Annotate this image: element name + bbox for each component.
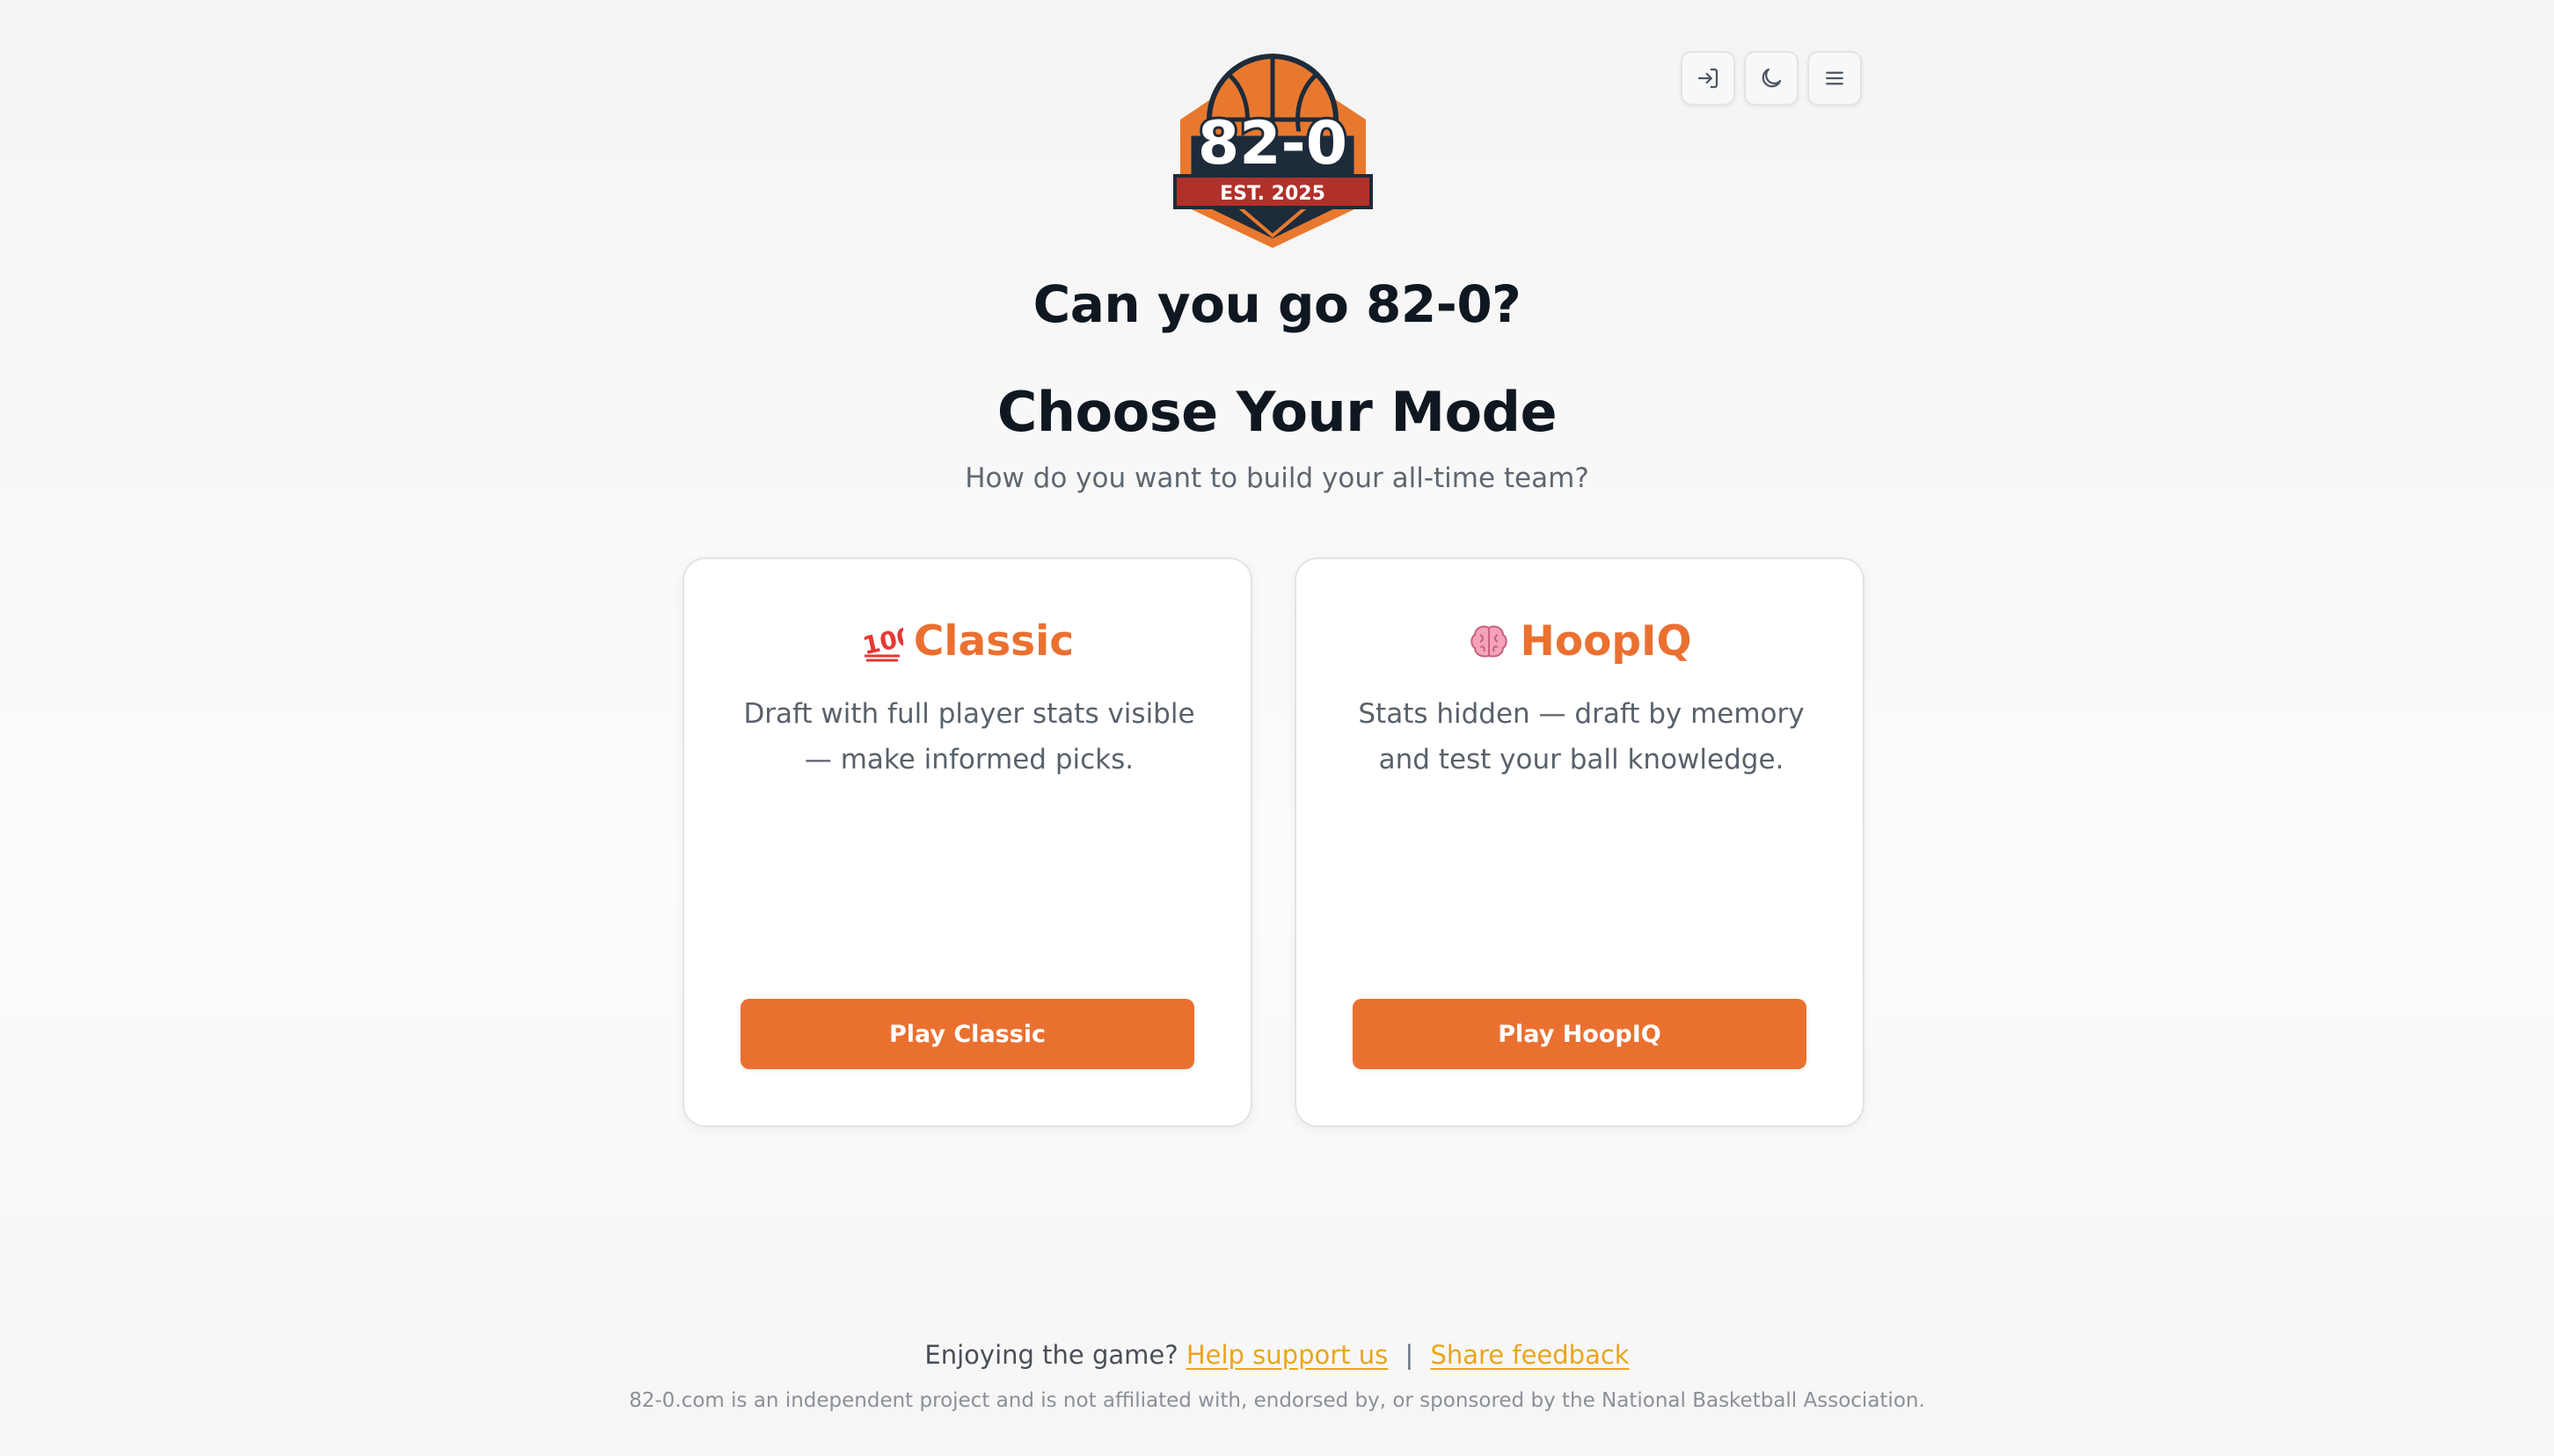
play-classic-button[interactable]: Play Classic <box>741 999 1194 1069</box>
tagline: Can you go 82-0? <box>1033 274 1521 334</box>
mode-card-description: Draft with full player stats visible — m… <box>743 698 1195 775</box>
play-hoopiq-button[interactable]: Play HoopIQ <box>1353 999 1806 1069</box>
header-actions <box>1681 51 1862 106</box>
mode-card-title: HoopIQ <box>1296 617 1863 666</box>
help-support-link[interactable]: Help support us <box>1186 1340 1388 1370</box>
page-title: Choose Your Mode <box>996 380 1558 444</box>
mode-card-title: 100 Classic <box>684 617 1251 666</box>
moon-icon <box>1762 68 1782 88</box>
menu-button[interactable] <box>1807 51 1862 106</box>
theme-toggle-button[interactable] <box>1744 51 1799 106</box>
share-feedback-link[interactable]: Share feedback <box>1430 1340 1629 1370</box>
footer-disclaimer: 82-0.com is an independent project and i… <box>629 1389 1925 1412</box>
brain-icon <box>1468 621 1510 663</box>
menu-icon <box>1826 71 1843 85</box>
footer-prompt: Enjoying the game? <box>924 1340 1178 1370</box>
login-icon <box>1697 68 1718 89</box>
mode-card-title-text: HoopIQ <box>1520 617 1692 666</box>
mode-card-description: Stats hidden — draft by memory and test … <box>1358 698 1805 775</box>
site-logo[interactable]: EST. 2025 82-0 <box>1170 49 1376 251</box>
page: EST. 2025 82-0 Can you go 82-0? Choose Y… <box>0 0 2554 1456</box>
logo-banner-text: EST. 2025 <box>1220 183 1325 205</box>
mode-card-hoopiq: HoopIQ Stats hidden — draft by memory an… <box>1295 557 1864 1127</box>
page-subtitle: How do you want to build your all-time t… <box>965 462 1589 494</box>
basketball-logo-icon: EST. 2025 82-0 <box>1173 54 1373 248</box>
footer-links: Enjoying the game? Help support us | Sha… <box>0 1340 2554 1370</box>
hundred-points-icon: 100 <box>861 621 903 663</box>
mode-card-classic: 100 Classic Draft with full player stats… <box>682 557 1252 1127</box>
logo-main-text: 82-0 <box>1198 109 1347 178</box>
mode-card-title-text: Classic <box>913 617 1075 666</box>
login-button[interactable] <box>1681 51 1735 106</box>
footer-separator: | <box>1405 1340 1414 1370</box>
